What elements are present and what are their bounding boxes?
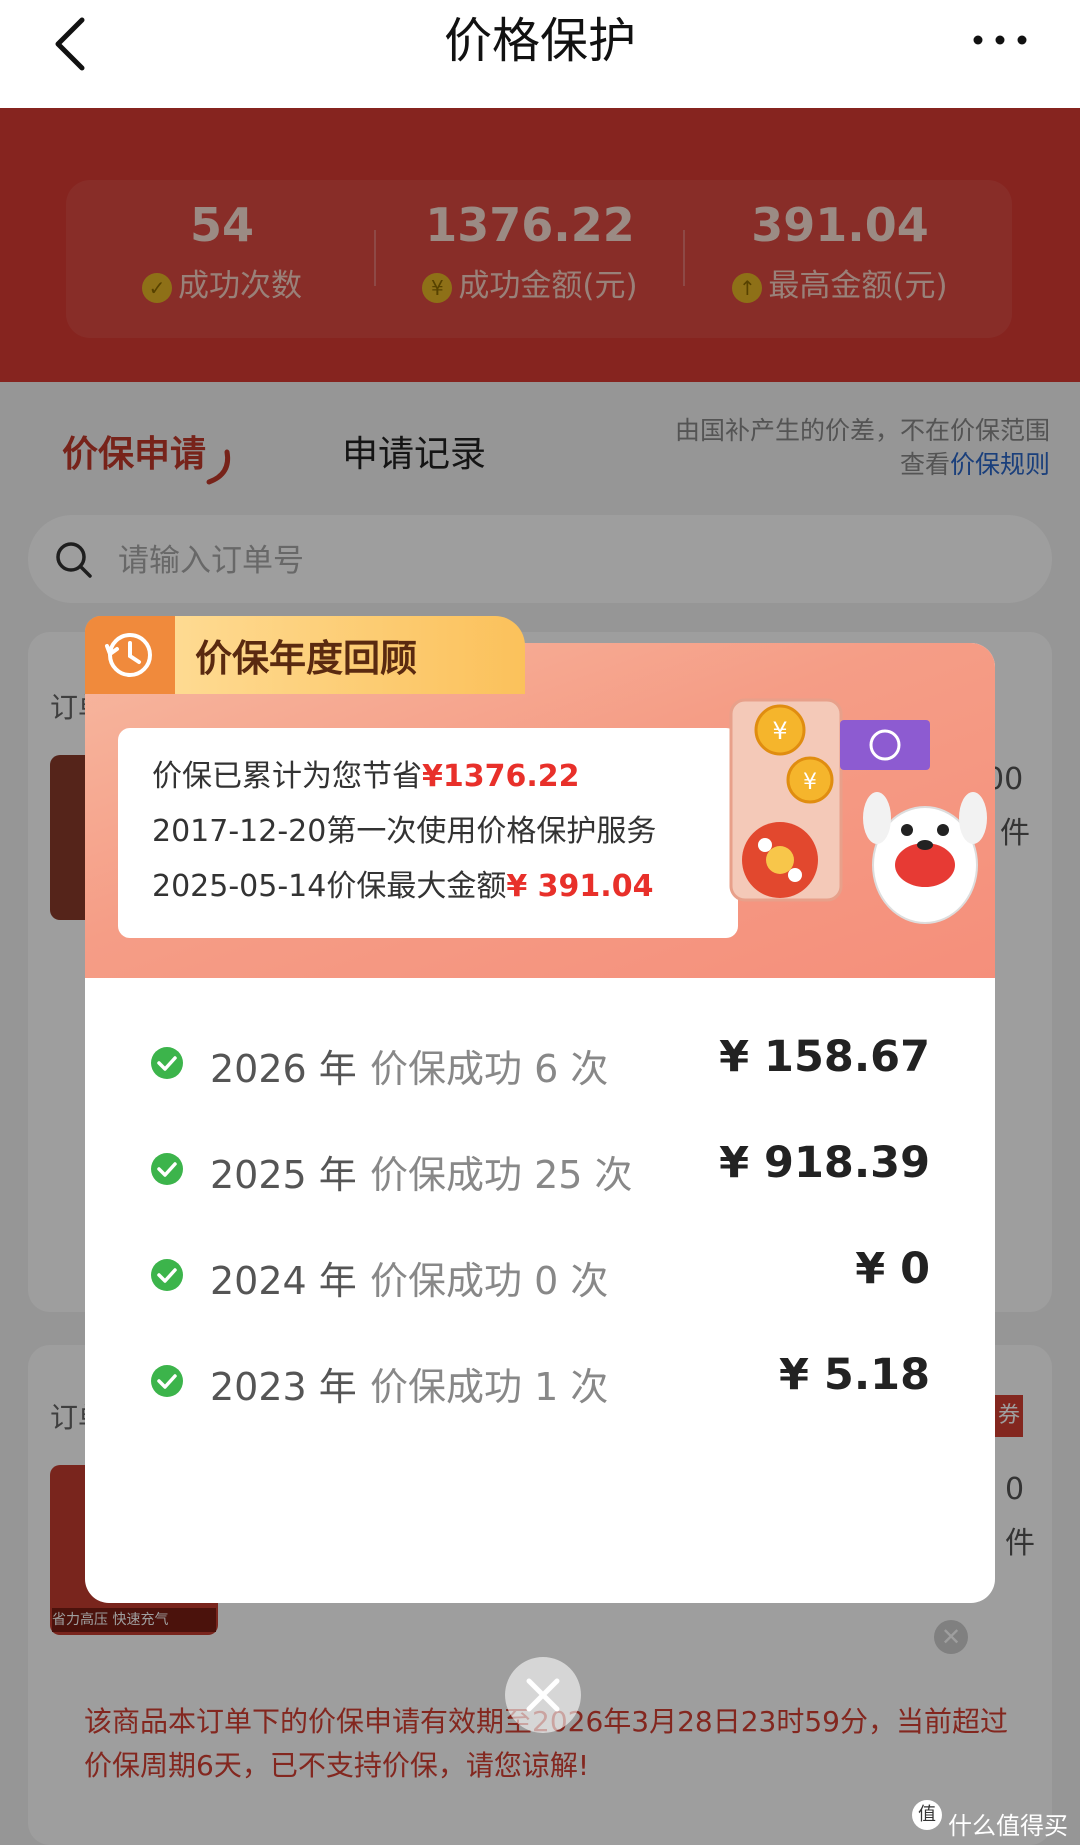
close-icon[interactable] [505,1657,581,1733]
year-amount: ¥ 918.39 [719,1138,930,1188]
year-row-2024: 2024 年 价保成功 0 次 ¥ 0 [150,1244,930,1304]
year-amount: ¥ 0 [855,1244,930,1294]
summary-prefix: 价保已累计为您节省 [152,759,422,794]
year-amount: ¥ 158.67 [719,1032,930,1082]
year-row-2026: 2026 年 价保成功 6 次 ¥ 158.67 [150,1032,930,1092]
summary-total-saved: 价保已累计为您节省¥1376.22 [152,757,580,797]
success-count: 价保成功 25 次 [370,1153,633,1197]
modal-title: 价保年度回顾 [195,637,417,680]
year-label: 2023 年 [210,1365,357,1409]
check-circle-icon [151,1153,183,1185]
summary-max-amount: 2025-05-14价保最大金额¥ 391.04 [152,867,653,907]
page-title: 价格保护 [443,13,636,69]
year-amount: ¥ 5.18 [779,1350,930,1400]
year-row-2023: 2023 年 价保成功 1 次 ¥ 5.18 [150,1350,930,1410]
year-row-2025: 2025 年 价保成功 25 次 ¥ 918.39 [150,1138,930,1198]
year-label: 2026 年 [210,1047,357,1091]
year-label: 2025 年 [210,1153,357,1197]
svg-text:¥: ¥ [772,717,787,745]
mascot-illustration: ¥ ¥ [729,698,987,924]
check-circle-icon [151,1365,183,1397]
watermark-logo-icon: 值 [912,1800,942,1830]
check-circle-icon [151,1047,183,1079]
year-label: 2024 年 [210,1259,357,1303]
total-saved-amount: ¥1376.22 [422,759,580,794]
success-count: 价保成功 1 次 [370,1365,609,1409]
more-options-icon[interactable] [970,20,1030,60]
check-circle-icon [151,1259,183,1291]
success-count: 价保成功 0 次 [370,1259,609,1303]
svg-text:¥: ¥ [803,770,817,795]
watermark-text: 什么值得买 [948,1812,1068,1840]
summary-first-use: 2017-12-20第一次使用价格保护服务 [152,814,657,849]
summary-prefix: 2025-05-14价保最大金额 [152,869,507,904]
history-clock-icon [85,616,175,694]
max-amount-value: ¥ 391.04 [506,869,654,904]
success-count: 价保成功 6 次 [370,1047,609,1091]
